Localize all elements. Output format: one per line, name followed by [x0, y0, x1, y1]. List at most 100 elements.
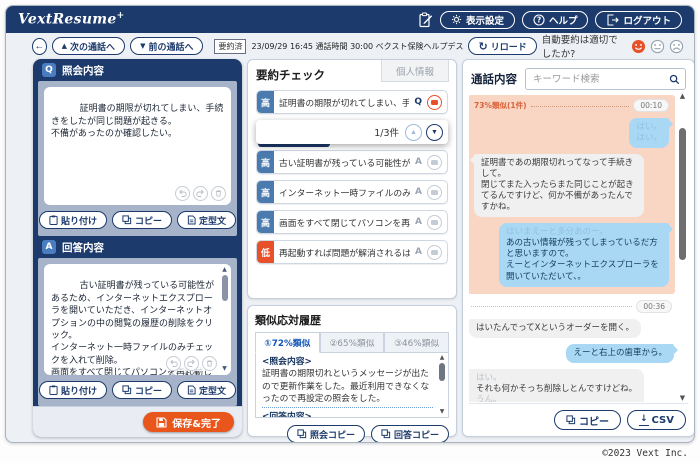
comment-icon[interactable]	[427, 95, 442, 110]
copy-icon	[122, 215, 132, 225]
answer-title: 回答内容	[62, 240, 104, 255]
tab-similar-65[interactable]: ②65%類似	[320, 332, 385, 353]
inquiry-paste-button[interactable]: 貼り付け	[39, 211, 107, 229]
scroll-down-icon[interactable]: ▼	[222, 365, 227, 373]
summary-text: 古い証明書が残っている可能性があ…	[279, 156, 410, 169]
scroll-up-icon[interactable]: ▲	[222, 266, 227, 274]
feedback-question: 自動要約は適切でしたか?	[542, 32, 625, 60]
scroll-thumb[interactable]	[679, 128, 686, 260]
summary-item[interactable]: 高インターネット一時ファイルのみチ…A	[256, 180, 448, 204]
inquiry-body: 証明書の期限が切れてしまい、手続きをしたが同じ問題が起きる。 不備があったのか確…	[38, 81, 237, 236]
prev-call-button[interactable]: ▼前の通話へ	[130, 37, 203, 55]
undo-icon[interactable]	[166, 356, 181, 371]
pager-down-button[interactable]: ▼	[426, 124, 443, 141]
a-icon: A	[42, 240, 56, 254]
chat-line: はい。	[636, 133, 662, 144]
answer-copy-button[interactable]: コピー	[112, 381, 172, 399]
inquiry-copy-label: 照会コピー	[310, 428, 355, 441]
answer-textarea[interactable]: 古い証明書が残っている可能性があるため、インターネットエクスプローラを開いていた…	[44, 264, 231, 375]
copy-icon	[122, 385, 132, 395]
svg-text:?: ?	[537, 15, 541, 24]
chat-viewport: 73%類似(1件)00:10はい。はい。証明書であの期限切れってなって手続きして…	[469, 92, 688, 402]
scroll-thumb[interactable]	[222, 275, 228, 301]
transcript-copy-button[interactable]: コピー	[554, 410, 621, 430]
answer-paste-button[interactable]: 貼り付け	[39, 381, 107, 399]
summary-item[interactable]: 高証明書の期限が切れてしまい、手続…Q	[256, 90, 448, 114]
down-triangle-icon: ▼	[140, 43, 145, 50]
display-settings-label: 表示設定	[466, 13, 504, 27]
call-toolbar: ← ▲次の通話へ ▼前の通話へ 要約済 23/09/29 16:45 通話時間 …	[6, 33, 694, 59]
next-call-button[interactable]: ▲次の通話へ	[52, 37, 125, 55]
scroll-up-icon[interactable]: ▲	[440, 354, 445, 362]
csv-download-button[interactable]: ↓CSV	[627, 410, 686, 430]
paste-label: 貼り付け	[61, 214, 97, 227]
scroll-thumb[interactable]	[439, 363, 445, 381]
chat-line: あの古い情報が残ってしまっているだ方と思いますので。	[506, 238, 662, 260]
inquiry-textarea[interactable]: 証明書の期限が切れてしまい、手続きをしたが同じ問題が起きる。 不備があったのか確…	[44, 87, 231, 205]
tab-similar-46[interactable]: ③46%類似	[384, 332, 449, 353]
reload-label: リロード	[491, 40, 527, 53]
back-button[interactable]: ←	[32, 38, 47, 55]
answer-scrollbar[interactable]: ▲▼	[220, 266, 229, 373]
help-button[interactable]: ? ヘルプ	[522, 11, 589, 29]
search-input[interactable]	[531, 73, 665, 86]
summary-pager: 1/3件▲▼	[256, 120, 448, 144]
comment-icon[interactable]	[427, 245, 442, 260]
question-icon: ?	[533, 14, 545, 26]
qa-panel: Q 照会内容 証明書の期限が切れてしまい、手続きをしたが同じ問題が起きる。 不備…	[33, 59, 242, 437]
pager-popover: 1/3件▲▼	[256, 120, 448, 144]
tab-similar-72[interactable]: ①72%類似	[255, 332, 320, 353]
copy-icon	[381, 429, 391, 439]
template-label: 定型文	[199, 214, 226, 227]
scroll-up-icon[interactable]: ▲	[680, 92, 685, 100]
similar-buttons: 照会コピー 回答コピー	[255, 425, 449, 443]
copy-icon	[566, 415, 576, 425]
chat-line: 証明書であの期限切れってなって手続きして。	[481, 158, 637, 180]
sad-face-icon[interactable]	[669, 39, 684, 54]
similar-scrollbar[interactable]: ▲▼	[437, 354, 447, 416]
reload-button[interactable]: ↻リロード	[468, 37, 536, 55]
summary-item[interactable]: 高画面をすべて閉じてパソコンを再起…A	[256, 210, 448, 234]
answer-copy-button[interactable]: 回答コピー	[371, 425, 449, 443]
neutral-face-icon[interactable]	[650, 39, 665, 54]
copyright: ©2023 Vext Inc.	[602, 448, 688, 459]
chat-line: はい。	[476, 373, 637, 384]
inquiry-template-button[interactable]: 定型文	[177, 211, 236, 229]
summary-item[interactable]: 高古い証明書が残っている可能性があ…A	[256, 150, 448, 174]
logout-button[interactable]: ログアウト	[595, 11, 682, 29]
inquiry-copy-button[interactable]: 照会コピー	[287, 425, 365, 443]
search-icon[interactable]	[669, 74, 680, 85]
call-footer-buttons: コピー ↓CSV	[554, 410, 686, 430]
save-strip: 保存&完了	[33, 406, 242, 437]
pager-up-button[interactable]: ▲	[405, 124, 422, 141]
redo-icon[interactable]	[193, 186, 208, 201]
timestamp-pill: 00:36	[636, 300, 672, 313]
call-info-text: 23/09/29 16:45 通話時間 30:00 ベクスト保険ヘルプデスク小橋…	[251, 41, 463, 52]
answer-buttons: 貼り付け コピー 定型文	[44, 375, 231, 402]
inquiry-copy-button[interactable]: コピー	[112, 211, 172, 229]
undo-icon[interactable]	[175, 186, 190, 201]
happy-face-icon[interactable]	[631, 39, 646, 54]
qa-letter: Q	[414, 97, 422, 107]
trash-icon[interactable]	[202, 356, 217, 371]
comment-icon[interactable]	[427, 155, 442, 170]
scroll-down-icon[interactable]: ▼	[680, 394, 685, 402]
memo-icon[interactable]	[418, 12, 433, 28]
timestamp-pill: 00:10	[633, 99, 669, 112]
redo-icon[interactable]	[184, 356, 199, 371]
answer-template-button[interactable]: 定型文	[177, 381, 236, 399]
summary-item[interactable]: 低再起動すれば問題が解消されるはず…A	[256, 240, 448, 264]
download-icon: ↓	[639, 415, 649, 426]
call-content-title: 通話内容	[471, 71, 517, 87]
chat-scrollbar[interactable]: ▲ ▼	[677, 92, 688, 402]
answer-body: 古い証明書が残っている可能性があるため、インターネットエクスプローラを開いていた…	[38, 258, 237, 406]
chat-bubble-left: 証明書であの期限切れってなって手続きして。閉じてまた入ったらまた同じことが起きて…	[474, 154, 644, 217]
comment-icon[interactable]	[427, 185, 442, 200]
main-area: Q 照会内容 証明書の期限が切れてしまい、手続きをしたが同じ問題が起きる。 不備…	[6, 59, 694, 437]
personal-info-tab[interactable]: 個人情報	[381, 60, 449, 82]
display-settings-button[interactable]: 表示設定	[440, 11, 515, 29]
trash-icon[interactable]	[211, 186, 226, 201]
comment-icon[interactable]	[427, 215, 442, 230]
scroll-down-icon[interactable]: ▼	[440, 408, 445, 416]
save-complete-button[interactable]: 保存&完了	[143, 412, 234, 432]
